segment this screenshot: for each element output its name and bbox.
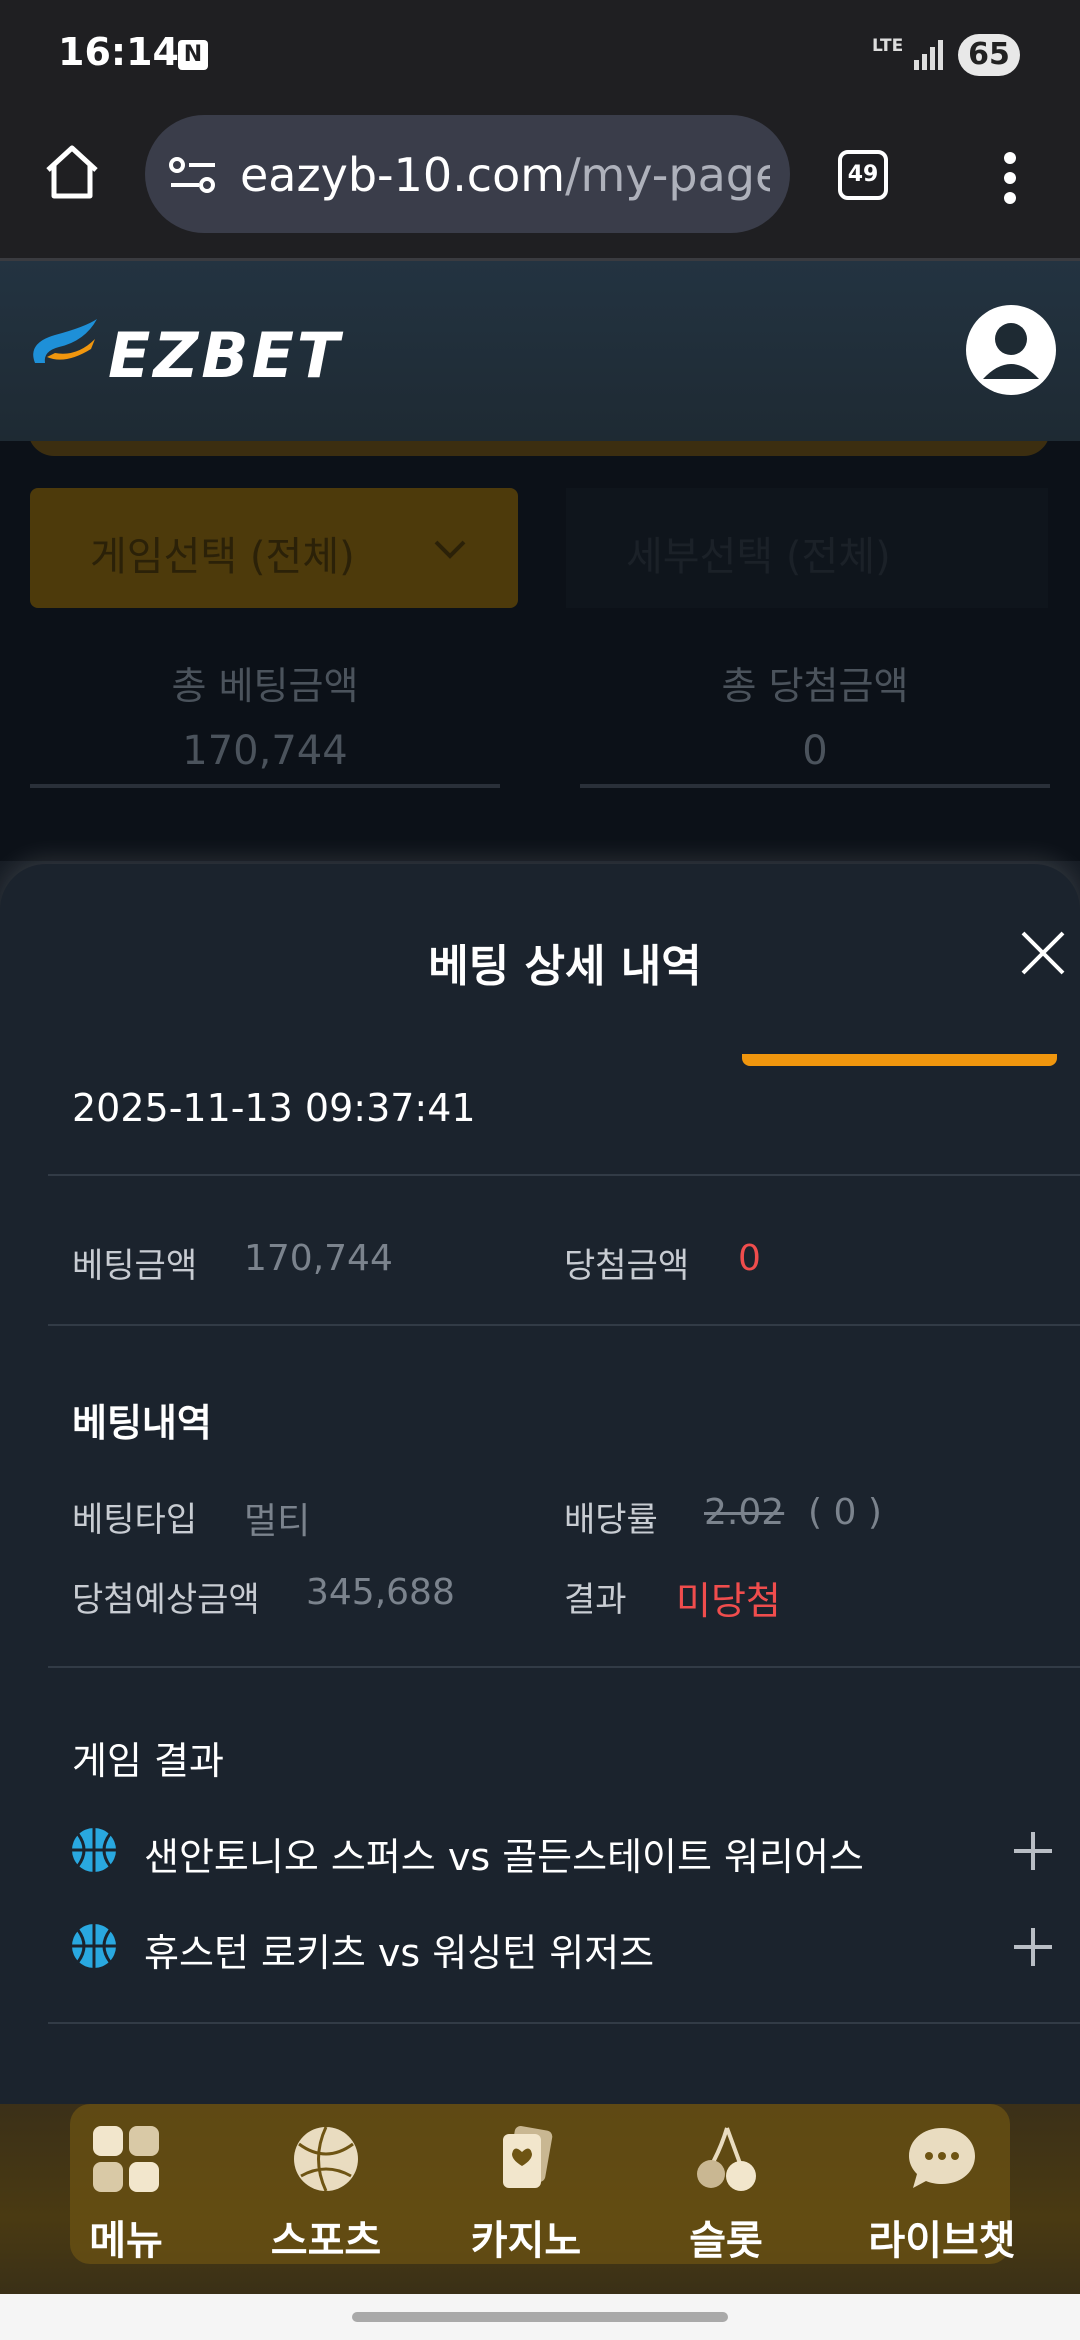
gesture-bar <box>0 2294 1080 2340</box>
browser-toolbar: eazyb-10.com/my-page/ 49 <box>0 112 1080 261</box>
status-bar: 16:14 N LTE 65 <box>0 0 1080 112</box>
nav-label: 슬롯 <box>689 2218 763 2264</box>
gesture-handle[interactable] <box>352 2312 728 2322</box>
bet-datetime: 2025-11-13 09:37:41 <box>72 1086 476 1130</box>
nav-slots[interactable]: 슬롯 <box>626 2124 826 2266</box>
cherry-icon <box>697 2127 756 2191</box>
total-win-stat: 총 당첨금액 0 <box>580 655 1050 788</box>
nav-label: 카지노 <box>470 2218 582 2264</box>
battery-indicator: 65 <box>958 34 1020 76</box>
home-icon[interactable] <box>42 142 102 202</box>
win-amount-label: 당첨금액 <box>564 1246 690 1286</box>
basketball-icon <box>294 2126 358 2192</box>
divider <box>580 784 1050 788</box>
game-select-dropdown[interactable]: 게임선택 (전체) <box>30 488 518 608</box>
basketball-icon <box>72 1828 116 1872</box>
tab-switcher-button[interactable]: 49 <box>838 150 888 200</box>
modal-title: 베팅 상세 내역 <box>428 941 702 992</box>
bet-amount-value: 170,744 <box>244 1238 393 1279</box>
detail-select-dropdown[interactable]: 세부선택 (전체) <box>566 488 1048 608</box>
nav-menu[interactable]: 메뉴 <box>26 2124 226 2266</box>
cards-icon <box>503 2126 553 2188</box>
total-bet-value: 170,744 <box>182 728 348 774</box>
nav-casino[interactable]: 카지노 <box>426 2124 626 2266</box>
odds-result: ( 0 ) <box>808 1492 882 1533</box>
site-logo-text[interactable]: EZBET <box>108 319 342 392</box>
total-bet-label: 총 베팅금액 <box>171 664 359 708</box>
url-text[interactable]: eazyb-10.com/my-page/ <box>240 148 770 202</box>
divider <box>30 784 500 788</box>
modal-accent-tab <box>742 1054 1057 1066</box>
divider <box>48 1324 1080 1326</box>
nav-livechat[interactable]: 라이브챗 <box>842 2124 1042 2266</box>
status-time: 16:14 <box>58 30 179 74</box>
total-win-label: 총 당첨금액 <box>721 664 909 708</box>
address-bar[interactable]: eazyb-10.com/my-page/ <box>145 115 790 233</box>
detail-select-label: 세부선택 (전체) <box>626 534 891 580</box>
grid-icon <box>93 2126 159 2192</box>
odds-value: 2.02 <box>704 1492 785 1533</box>
divider <box>48 1174 1080 1176</box>
expected-win-value: 345,688 <box>306 1572 455 1613</box>
bet-amount-label: 베팅금액 <box>72 1246 198 1286</box>
nav-label: 메뉴 <box>89 2218 163 2264</box>
result-label: 결과 <box>564 1580 627 1620</box>
match-row[interactable]: 휴스턴 로키츠 vs 워싱턴 위저즈 <box>70 1916 1060 1976</box>
site-info-icon[interactable] <box>169 155 219 195</box>
match-row[interactable]: 샌안토니오 스퍼스 vs 골든스테이트 워리어스 <box>70 1820 1060 1880</box>
win-amount-value: 0 <box>738 1238 761 1279</box>
close-icon[interactable] <box>1020 930 1066 976</box>
user-avatar-icon[interactable] <box>966 305 1056 395</box>
ezbet-logo-icon[interactable] <box>25 313 105 373</box>
url-domain: eazyb-10.com <box>240 148 566 202</box>
bottom-nav: 메뉴 스포츠 카지노 슬롯 라이브챗 <box>0 2104 1080 2294</box>
site-header: EZBET <box>0 261 1080 441</box>
divider <box>48 1666 1080 1668</box>
signal-icon <box>914 40 943 70</box>
nav-label: 라이브챗 <box>868 2218 1016 2264</box>
more-menu-icon[interactable] <box>1000 150 1020 206</box>
chevron-down-icon <box>434 540 466 559</box>
bet-type-label: 베팅타입 <box>72 1500 198 1540</box>
odds-label: 배당률 <box>564 1500 658 1540</box>
bet-detail-modal: 베팅 상세 내역 2025-11-13 09:37:41 베팅금액 170,74… <box>0 864 1080 2104</box>
nav-sports[interactable]: 스포츠 <box>226 2124 426 2266</box>
chat-icon <box>909 2128 975 2188</box>
expected-win-label: 당첨예상금액 <box>72 1580 260 1620</box>
result-value: 미당첨 <box>676 1579 781 1623</box>
network-label: LTE <box>872 36 904 56</box>
notification-icon: N <box>178 40 208 70</box>
url-path: /my-page/ <box>565 148 770 202</box>
expand-plus-icon[interactable] <box>1012 1926 1054 1968</box>
nav-label: 스포츠 <box>270 2218 382 2264</box>
expand-plus-icon[interactable] <box>1012 1830 1054 1872</box>
game-results-title: 게임 결과 <box>72 1739 224 1783</box>
bet-type-value: 멀티 <box>244 1501 311 1542</box>
divider <box>48 2022 1080 2024</box>
total-win-value: 0 <box>802 728 828 774</box>
bet-details-title: 베팅내역 <box>72 1401 212 1445</box>
game-select-label: 게임선택 (전체) <box>90 534 355 580</box>
basketball-icon <box>72 1924 116 1968</box>
match-name: 휴스턴 로키츠 vs 워싱턴 위저즈 <box>144 1931 655 1975</box>
total-bet-stat: 총 베팅금액 170,744 <box>30 655 500 788</box>
match-name: 샌안토니오 스퍼스 vs 골든스테이트 워리어스 <box>144 1835 864 1879</box>
